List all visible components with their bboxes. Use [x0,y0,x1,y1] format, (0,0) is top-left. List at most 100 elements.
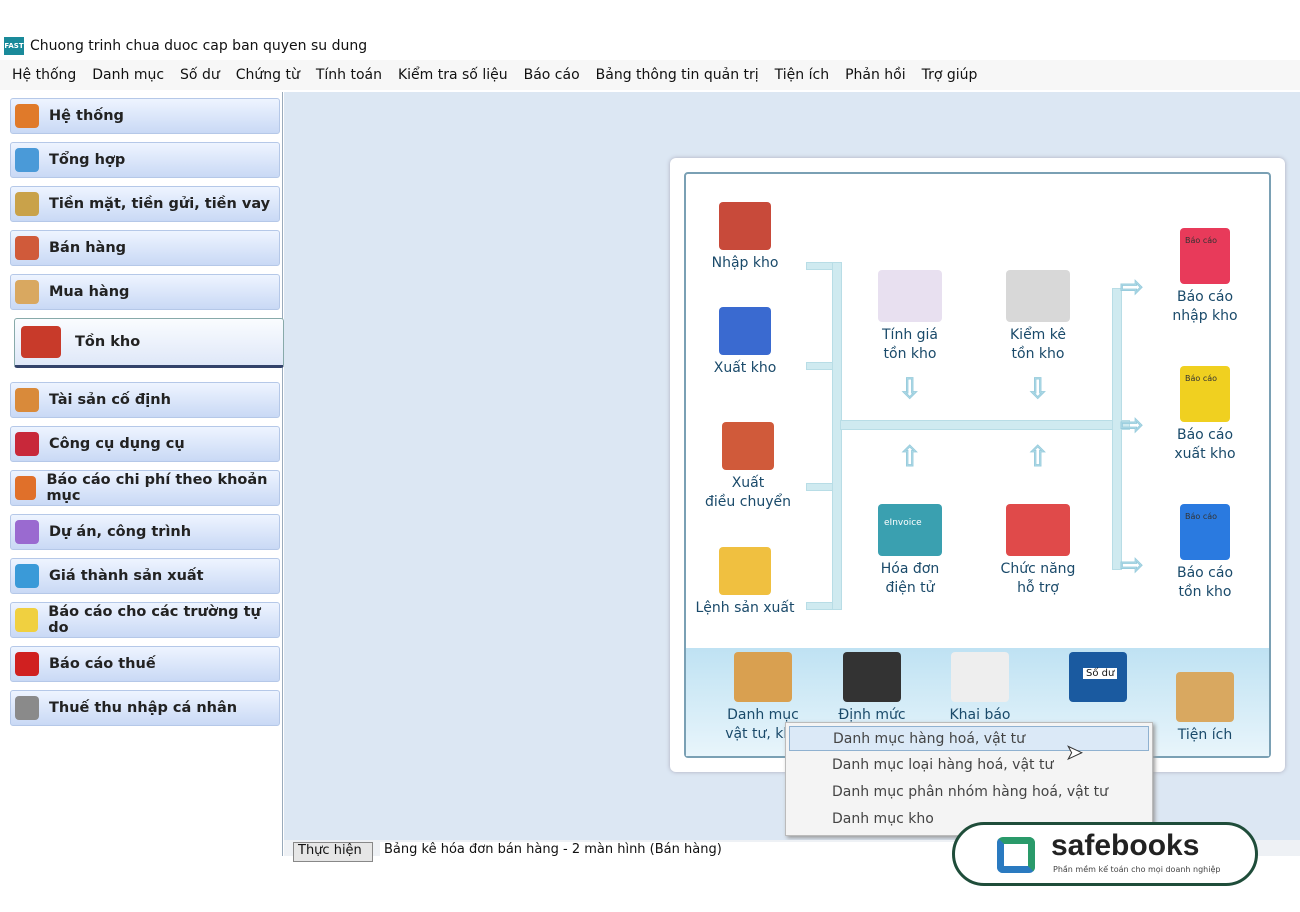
diagram-left-2[interactable]: Xuất điều chuyển [678,474,818,512]
diagram-left-3[interactable]: Lệnh sản xuất [675,599,815,618]
app-icon: FAST [4,37,24,55]
person-icon [15,696,39,720]
sidebar-item-label: Báo cáo thuế [49,656,156,672]
arrow-right-icon: ⇨ [1119,408,1144,442]
sidebar-item-4[interactable]: Mua hàng [10,274,280,310]
sidebar-item-label: Mua hàng [49,284,130,300]
menu-1[interactable]: Danh mục [84,67,172,83]
menu-9[interactable]: Phản hồi [837,67,914,83]
sidebar-item-label: Bán hàng [49,240,127,256]
context-menu-item-1[interactable]: Danh mục loại hàng hoá, vật tư [789,753,1149,778]
sidebar-item-0[interactable]: Hệ thống [10,98,280,134]
menu-6[interactable]: Báo cáo [516,67,588,83]
diagram-center-0-icon [878,270,942,322]
diagram-left-3-icon [719,547,771,595]
sidebar-item-10[interactable]: Giá thành sản xuất [10,558,280,594]
menu-4[interactable]: Tính toán [308,67,390,83]
sidebar-item-5[interactable]: Tồn kho [14,318,284,368]
sidebar-item-7[interactable]: Công cụ dụng cụ [10,426,280,462]
sidebar-item-label: Công cụ dụng cụ [49,436,185,452]
sidebar: Hệ thống Tổng hợp Tiền mặt, tiền gửi, tiền… [0,92,284,856]
diagram-right-1[interactable]: Báo cáo xuất kho [1135,426,1275,464]
current-function-field: Bảng kê hóa đơn bán hàng - 2 màn hình (B… [380,842,980,862]
sidebar-item-2[interactable]: Tiền mặt, tiền gửi, tiền vay [10,186,280,222]
sidebar-item-9[interactable]: Dự án, công trình [10,514,280,550]
diagram-right-0[interactable]: Báo cáo nhập kho [1135,288,1275,326]
sidebar-item-13[interactable]: Thuế thu nhập cá nhân [10,690,280,726]
percent-icon [15,652,39,676]
menu-2[interactable]: Số dư [172,67,228,83]
arrow-icon: ⇧ [1025,440,1050,474]
sidebar-item-label: Giá thành sản xuất [49,568,204,584]
basket-icon [15,280,39,304]
menu-10[interactable]: Trợ giúp [914,67,986,83]
context-menu-item-0[interactable]: Danh mục hàng hoá, vật tư [789,726,1149,751]
diagram-left-1-icon [719,307,771,355]
diagram-left-0[interactable]: Nhập kho [675,254,815,273]
diagram-center-0[interactable]: Tính giá tồn kho [840,326,980,364]
sidebar-item-label: Tổng hợp [49,152,126,168]
book-cover-text: Báo cáo [1185,374,1218,383]
bar-chart-icon [15,476,37,500]
connector-vertical [832,262,842,610]
bottom-tool-1-icon [843,652,901,702]
sidebar-item-label: Hệ thống [49,108,124,124]
diagram-left-2-icon [722,422,774,470]
diagram-center-2-icon [878,504,942,556]
bag-icon [15,432,39,456]
context-menu: Danh mục hàng hoá, vật tư Danh mục loại h… [785,722,1153,836]
bank-icon [15,192,39,216]
title-bar: FAST Chuong trinh chua duoc cap ban quye… [0,34,1300,58]
sidebar-item-6[interactable]: Tài sản cố định [10,382,280,418]
sidebar-item-3[interactable]: Bán hàng [10,230,280,266]
arrow-icon: ⇩ [897,372,922,406]
sidebar-item-label: Báo cáo chi phí theo khoản mục [46,472,268,504]
diagram-left-0-icon [719,202,771,250]
note-icon [15,608,39,632]
sidebar-item-11[interactable]: Báo cáo cho các trường tự do [10,602,280,638]
diagram-left-1[interactable]: Xuất kho [675,359,815,378]
diagram-center-1-icon [1006,270,1070,322]
arrow-icon: ⇧ [897,440,922,474]
warehouse-icon [21,326,61,358]
sidebar-item-label: Tài sản cố định [49,392,171,408]
sidebar-item-label: Báo cáo cho các trường tự do [48,604,261,636]
run-button[interactable]: Thực hiện [293,842,373,862]
arrow-icon: ⇩ [1025,372,1050,406]
brand-name: safebooks [1051,829,1200,862]
sidebar-item-label: Dự án, công trình [49,524,192,540]
menu-8[interactable]: Tiện ích [767,67,837,83]
arrow-right-icon: ⇨ [1119,270,1144,304]
arrow-right-icon: ⇨ [1119,548,1144,582]
sidebar-item-8[interactable]: Báo cáo chi phí theo khoản mục [10,470,280,506]
chart-icon [15,148,39,172]
house-icon [15,388,39,412]
so-du-label: Số dư [1083,668,1118,679]
bottom-tool-4[interactable]: Tiện ích [1135,726,1275,745]
menu-5[interactable]: Kiểm tra số liệu [390,67,516,83]
project-icon [15,520,39,544]
sidebar-item-label: Tiền mặt, tiền gửi, tiền vay [49,196,271,212]
safebooks-logo-icon [997,837,1035,873]
sidebar-item-1[interactable]: Tổng hợp [10,142,280,178]
menu-0[interactable]: Hệ thống [4,67,84,83]
bottom-tool-2-icon [951,652,1009,702]
sidebar-item-12[interactable]: Báo cáo thuế [10,646,280,682]
menu-7[interactable]: Bảng thông tin quản trị [588,67,767,83]
diagram-right-2[interactable]: Báo cáo tồn kho [1135,564,1275,602]
book-cover-text: Báo cáo [1185,512,1218,521]
sidebar-item-label: Tồn kho [75,334,141,350]
menu-3[interactable]: Chứng từ [228,67,308,83]
diagram-center-3-icon [1006,504,1070,556]
window-title: Chuong trinh chua duoc cap ban quyen su … [30,38,368,54]
diagram-center-3[interactable]: Chức năng hỗ trợ [968,560,1108,598]
bottom-tool-0-icon [734,652,792,702]
menu-bar: Hệ thống Danh mục Số dư Chứng từ Tính toán Ki… [0,60,1300,90]
bottom-tool-4-icon [1176,672,1234,722]
safebooks-watermark: safebooks Phần mềm kế toán cho mọi doanh… [952,822,1258,886]
diagram-center-1[interactable]: Kiểm kê tồn kho [968,326,1108,364]
calculator-icon [15,564,39,588]
diagram-center-2[interactable]: Hóa đơn điện tử [840,560,980,598]
context-menu-item-2[interactable]: Danh mục phân nhóm hàng hoá, vật tư [789,780,1149,805]
gear-icon [15,104,39,128]
